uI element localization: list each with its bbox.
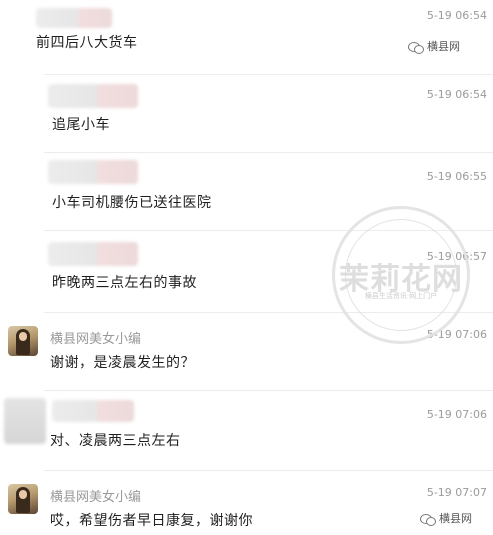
comment-time: 5-19 06:54 <box>426 9 487 22</box>
avatar[interactable] <box>48 242 138 266</box>
stamp-subtitle: 横县生活资讯·网上门户 <box>364 292 438 300</box>
stamp-watermark: 茉莉花网 横县生活资讯·网上门户 <box>332 206 470 344</box>
comment-time: 5-19 07:07 <box>426 486 487 499</box>
comment-text: 追尾小车 <box>52 117 110 133</box>
comment-item: 5-19 07:06 对、凌晨两三点左右 <box>0 392 493 470</box>
avatar[interactable] <box>48 84 138 108</box>
avatar[interactable] <box>36 8 112 28</box>
comment-text: 哎，希望伤者早日康复，谢谢你 <box>50 513 253 529</box>
divider <box>44 74 493 75</box>
divider <box>44 152 493 153</box>
avatar[interactable] <box>8 326 38 356</box>
brand-label: 横县网 <box>439 512 472 525</box>
comment-author[interactable]: 横县网美女小编 <box>50 328 141 347</box>
comment-text: 昨晚两三点左右的事故 <box>52 275 197 291</box>
brand-label: 横县网 <box>427 40 460 53</box>
brand-watermark-bottom: 横县网 <box>420 510 472 526</box>
avatar[interactable] <box>4 398 46 444</box>
comment-text: 谢谢，是凌晨发生的？ <box>50 355 195 371</box>
comment-text: 对、凌晨两三点左右 <box>50 433 181 449</box>
comment-item: 横县网美女小编 5-19 07:07 哎，希望伤者早日康复，谢谢你 横县网 <box>0 472 493 535</box>
avatar[interactable] <box>48 160 138 184</box>
avatar-face <box>19 490 27 499</box>
avatar-face <box>19 332 27 341</box>
divider <box>44 470 493 471</box>
avatar[interactable] <box>8 484 38 514</box>
comment-item: 5-19 06:54 前四后八大货车 横县网 <box>0 0 493 70</box>
comment-time: 5-19 07:06 <box>426 408 487 421</box>
wechat-icon <box>408 41 424 54</box>
comment-time: 5-19 06:54 <box>426 88 487 101</box>
comment-author[interactable]: 横县网美女小编 <box>50 486 141 505</box>
comment-text: 小车司机腰伤已送往医院 <box>52 195 212 211</box>
comment-time: 5-19 06:55 <box>426 170 487 183</box>
brand-watermark-top: 横县网 <box>408 38 460 54</box>
wechat-icon <box>420 513 436 526</box>
divider <box>44 390 493 391</box>
comment-text: 前四后八大货车 <box>36 35 138 51</box>
comment-item: 5-19 06:54 追尾小车 <box>0 76 493 152</box>
name-placeholder <box>52 400 134 422</box>
